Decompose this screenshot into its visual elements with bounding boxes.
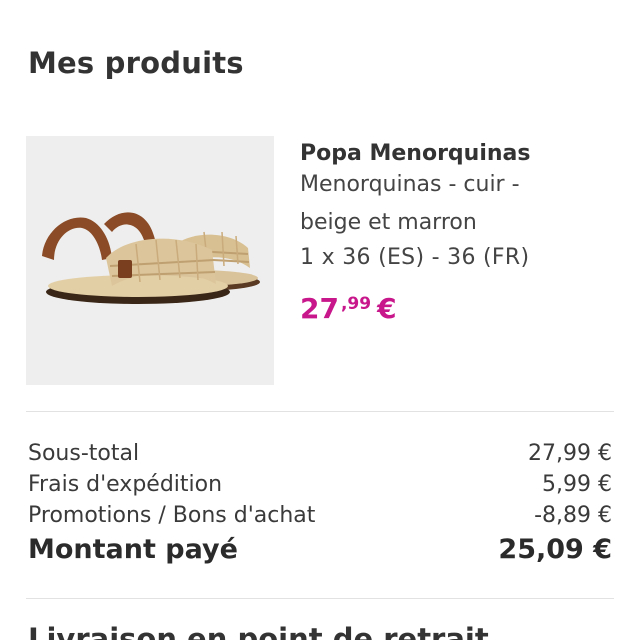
- summary-row-total: Montant payé 25,09 €: [28, 531, 612, 569]
- front-heel-strap: [42, 217, 112, 260]
- summary-value: -8,89 €: [534, 503, 612, 528]
- product-info: Popa Menorquinas Menorquinas - cuir - be…: [300, 139, 620, 326]
- product-quantity-size: 1 x 36 (ES) - 36 (FR): [300, 245, 530, 270]
- price-currency: €: [377, 292, 397, 325]
- summary-label: Frais d'expédition: [28, 472, 223, 497]
- summary-label: Promotions / Bons d'achat: [28, 503, 316, 528]
- section-title-delivery: Livraison en point de retrait: [28, 622, 489, 640]
- product-description-line1: Menorquinas - cuir -: [300, 172, 520, 197]
- product-description-line2: beige et marron: [300, 210, 477, 235]
- divider-bottom: [26, 598, 614, 599]
- total-value: 25,09 €: [498, 534, 612, 565]
- front-footbed: [48, 275, 228, 297]
- leather-tab: [118, 260, 132, 278]
- summary-row-shipping: Frais d'expédition 5,99 €: [28, 469, 612, 500]
- order-summary: Sous-total 27,99 € Frais d'expédition 5,…: [28, 438, 612, 569]
- summary-row-promotions: Promotions / Bons d'achat -8,89 €: [28, 500, 612, 531]
- summary-value: 5,99 €: [542, 472, 612, 497]
- sandal-illustration: [42, 212, 260, 304]
- product-image[interactable]: [26, 136, 274, 385]
- price-cents: ,99: [340, 294, 372, 314]
- price-whole: 27: [300, 292, 339, 325]
- section-title-products: Mes produits: [28, 46, 244, 80]
- product-price: 27,99 €: [300, 287, 620, 326]
- summary-label: Sous-total: [28, 441, 140, 466]
- product-name[interactable]: Popa Menorquinas: [300, 139, 620, 169]
- divider-top: [26, 411, 614, 412]
- summary-row-subtotal: Sous-total 27,99 €: [28, 438, 612, 469]
- summary-value: 27,99 €: [528, 441, 612, 466]
- total-label: Montant payé: [28, 534, 238, 565]
